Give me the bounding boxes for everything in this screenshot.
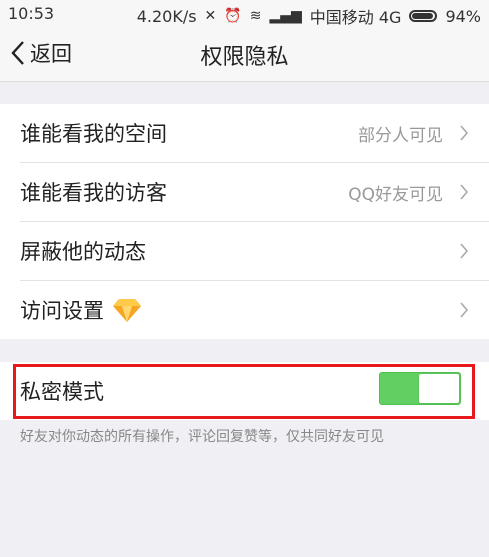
chevron-right-icon [460,184,469,200]
privacy-section: 私密模式 [0,362,489,420]
setting-value: 部分人可见 [358,125,443,146]
network-speed: 4.20K/s [136,6,197,26]
setting-label: 谁能看我的空间 [20,122,167,146]
setting-access[interactable]: 访问设置 [20,281,489,339]
private-mode-toggle[interactable] [379,372,461,405]
status-time: 10:53 [8,4,55,23]
back-button[interactable]: 返回 [10,38,72,68]
battery-percent: 94% [445,6,481,26]
battery-icon [409,10,438,22]
carrier-label: 中国移动 4G [309,8,402,27]
setting-label: 访问设置 [20,299,104,323]
setting-block-feed[interactable]: 屏蔽他的动态 [20,222,489,281]
alarm-icon: ⏰ [224,8,242,24]
signal-icon: ▂▄▆ [269,8,302,24]
setting-label: 屏蔽他的动态 [20,240,146,264]
chevron-right-icon [460,302,469,318]
private-mode-label: 私密模式 [20,380,104,404]
back-label: 返回 [30,42,72,66]
toggle-knob [419,374,459,403]
nav-bar: 返回 权限隐私 [0,28,489,82]
diamond-icon [113,299,141,322]
page-title: 权限隐私 [200,45,289,70]
chevron-right-icon [460,243,469,259]
setting-space-visibility[interactable]: 谁能看我的空间 部分人可见 [20,104,489,163]
setting-value: QQ好友可见 [348,184,443,205]
settings-list: 谁能看我的空间 部分人可见 谁能看我的访客 QQ好友可见 屏蔽他的动态 访问设置 [0,104,489,339]
setting-label: 谁能看我的访客 [20,181,167,205]
private-mode-row: 私密模式 [20,362,489,420]
status-bar: 10:53 4.20K/s ✕ ⏰ ≋ ▂▄▆ 中国移动 4G 94% [0,0,489,28]
mute-icon: ✕ [204,8,217,24]
status-indicators: 4.20K/s ✕ ⏰ ≋ ▂▄▆ 中国移动 4G 94% [137,4,481,28]
wifi-icon: ≋ [249,8,262,24]
chevron-left-icon [11,41,24,65]
setting-visitor-visibility[interactable]: 谁能看我的访客 QQ好友可见 [20,163,489,222]
chevron-right-icon [460,125,469,141]
private-mode-note: 好友对你动态的所有操作，评论回复赞等，仅共同好友可见 [20,429,384,445]
